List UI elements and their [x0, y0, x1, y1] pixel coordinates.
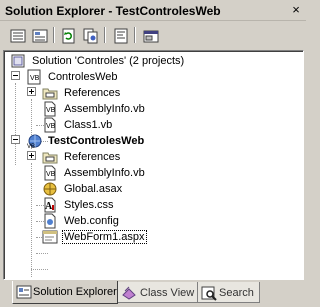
solution-explorer-icon: [16, 285, 32, 299]
tab-strip: Solution Explorer Class View Search: [0, 281, 306, 307]
expand-toggle[interactable]: [27, 151, 36, 160]
solution-icon: [11, 54, 25, 68]
svg-text:VB: VB: [46, 107, 56, 114]
view-code-icon: [114, 28, 128, 44]
references-folder-icon: [42, 88, 58, 100]
show-all-files-button[interactable]: [29, 26, 51, 46]
tab-label: Class View: [140, 287, 195, 299]
tree-line: [31, 163, 32, 277]
web-project-icon: VB: [27, 134, 42, 149]
collapse-toggle[interactable]: [11, 135, 20, 144]
svg-text:A: A: [45, 201, 53, 212]
tab-label: Search: [219, 287, 254, 299]
view-code-button[interactable]: [110, 26, 132, 46]
view-designer-button[interactable]: [140, 26, 162, 46]
view-designer-icon: [143, 30, 159, 43]
tree-node-label: AssemblyInfo.vb: [64, 167, 145, 179]
stylesheet-icon: A: [44, 197, 56, 213]
global-asax-icon: [43, 182, 57, 196]
toolbar-separator: [134, 27, 136, 43]
tab-solution-explorer[interactable]: Solution Explorer: [12, 281, 118, 304]
solution-tree: Solution 'Controles' (2 projects) VB Con…: [3, 50, 304, 280]
tab-class-view[interactable]: Class View: [118, 282, 198, 303]
properties-button[interactable]: [7, 26, 29, 46]
tree-node-label: Solution 'Controles' (2 projects): [32, 55, 185, 67]
tree-node-label: Global.asax: [64, 183, 123, 195]
refresh-icon: [62, 28, 75, 44]
refresh-button[interactable]: [58, 26, 80, 46]
copy-project-button[interactable]: [80, 26, 102, 46]
svg-text:VB: VB: [46, 171, 56, 178]
toolbar: [0, 21, 306, 49]
tree-node-label: WebForm1.aspx: [62, 230, 147, 244]
tab-label: Solution Explorer: [33, 286, 117, 298]
toolbar-separator: [104, 27, 106, 43]
tree-node-label: References: [64, 87, 121, 99]
tree-node-label: ControlesWeb: [48, 71, 118, 83]
tree-line: [31, 269, 48, 270]
title-bar: Solution Explorer - TestControlesWeb ×: [0, 0, 306, 21]
collapse-toggle[interactable]: [11, 71, 20, 80]
window-title: Solution Explorer - TestControlesWeb: [5, 4, 221, 18]
tree-line: [36, 253, 48, 254]
tree-node-label: Styles.css: [64, 199, 114, 211]
tree-node-label: TestControlesWeb: [48, 135, 145, 147]
toolbar-separator: [53, 27, 55, 43]
svg-text:VB: VB: [46, 123, 56, 130]
tree-node-label: Class1.vb: [64, 119, 113, 131]
svg-text:VB: VB: [27, 144, 35, 149]
tree-node-label: Web.config: [64, 215, 119, 227]
tree-node-label: AssemblyInfo.vb: [64, 103, 145, 115]
vb-file-icon: VB: [44, 165, 56, 181]
vb-file-icon: VB: [44, 101, 56, 117]
properties-icon: [10, 29, 26, 43]
tree-line: [15, 83, 16, 165]
close-icon[interactable]: ×: [289, 3, 303, 16]
vb-file-icon: VB: [44, 117, 56, 133]
webform-icon: [42, 230, 58, 244]
class-view-icon: [122, 286, 136, 300]
show-all-files-icon: [32, 29, 48, 43]
tab-search[interactable]: Search: [198, 282, 260, 303]
copy-project-icon: [83, 28, 98, 44]
search-icon: [201, 286, 217, 301]
expand-toggle[interactable]: [27, 87, 36, 96]
references-folder-icon: [42, 152, 58, 164]
tree-node-label: References: [64, 151, 121, 163]
svg-text:VB: VB: [30, 75, 40, 82]
vb-project-icon: VB: [27, 69, 41, 85]
config-file-icon: [44, 213, 56, 229]
